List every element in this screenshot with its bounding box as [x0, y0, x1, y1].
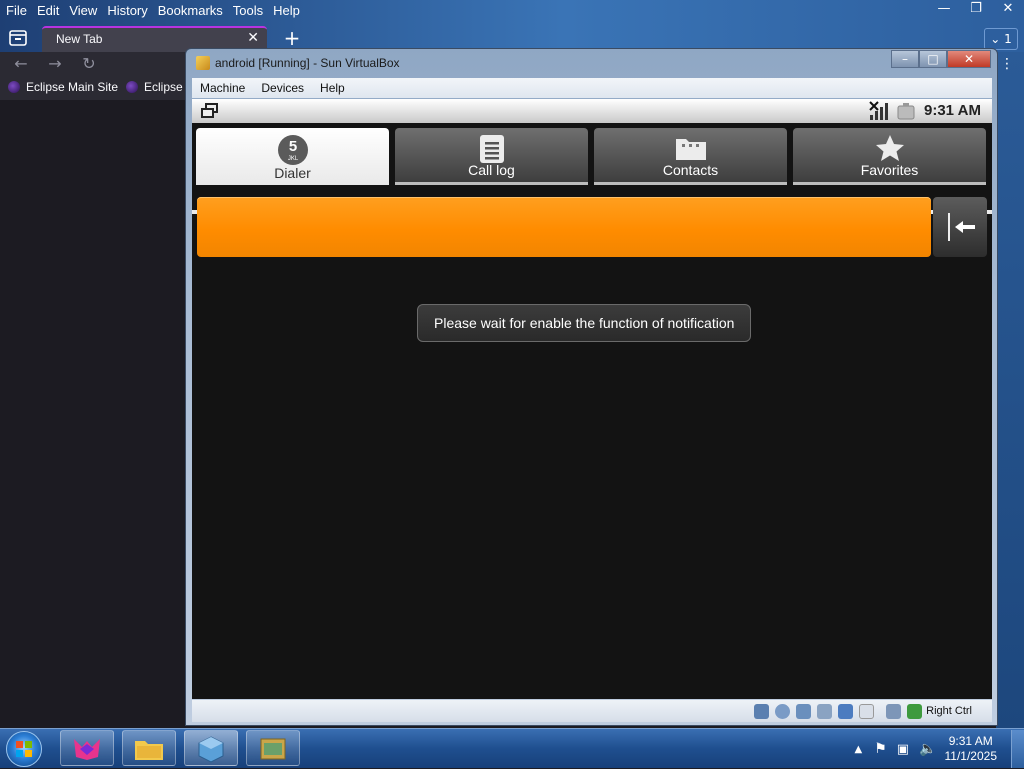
tab-label: Favorites: [793, 162, 986, 178]
taskbar-explorer[interactable]: [122, 730, 176, 766]
firefox-icon: [72, 735, 102, 761]
reload-button[interactable]: ↻: [78, 54, 100, 74]
menu-help[interactable]: Help: [269, 3, 304, 18]
menu-help[interactable]: Help: [312, 81, 353, 95]
optical-drive-icon[interactable]: [775, 704, 790, 719]
close-tab-icon[interactable]: ✕: [247, 30, 259, 46]
host-key-icon: [907, 704, 922, 719]
tab-title: New Tab: [56, 32, 102, 46]
window-title: android [Running] - Sun VirtualBox: [215, 56, 400, 70]
tab-dialer[interactable]: 5 JKL Dialer: [196, 128, 389, 185]
bookmark-eclipse[interactable]: Eclipse: [126, 80, 183, 94]
chevron-down-icon: ⌄: [990, 32, 1000, 46]
tab-label: Call log: [395, 162, 588, 178]
windows-taskbar: ▲ ⚑ ▣ 🔈 9:31 AM 11/1/2025: [0, 728, 1024, 768]
android-window-icon: [259, 736, 287, 762]
tab-list-button[interactable]: [4, 26, 32, 50]
volume-muted-icon[interactable]: 🔈: [919, 741, 936, 757]
tab-favorites[interactable]: Favorites: [793, 128, 986, 185]
status-clock: 9:31 AM: [924, 102, 981, 119]
system-tray: ▲ ⚑ ▣ 🔈 9:31 AM 11/1/2025: [855, 729, 1024, 769]
firefox-menubar: File Edit View History Bookmarks Tools H…: [0, 0, 306, 20]
action-center-flag-icon[interactable]: ⚑: [874, 741, 887, 757]
usb-icon[interactable]: [817, 704, 832, 719]
tab-contacts[interactable]: Contacts: [594, 128, 787, 185]
vbox-titlebar: android [Running] - Sun VirtualBox: [196, 54, 400, 72]
network-icon[interactable]: [796, 704, 811, 719]
restore-icon[interactable]: ❐: [960, 0, 992, 20]
vbox-menubar: Machine Devices Help: [192, 78, 992, 98]
clock-date: 11/1/2025: [945, 749, 998, 764]
tab-label: Dialer: [196, 165, 389, 181]
vbox-statusbar: Right Ctrl: [192, 700, 992, 722]
menu-edit[interactable]: Edit: [33, 3, 63, 18]
desktop-background-right: [996, 52, 1024, 728]
vbox-close-button[interactable]: ✕: [947, 50, 991, 68]
signal-icon: [869, 101, 891, 121]
dialpad-5-icon: 5 JKL: [277, 134, 309, 166]
delete-digit-button[interactable]: [933, 197, 987, 257]
hard-disk-icon[interactable]: [754, 704, 769, 719]
back-arrow-icon: ←: [14, 54, 27, 73]
clock-time: 9:31 AM: [945, 734, 998, 749]
eclipse-icon: [8, 81, 20, 93]
backspace-arrow-icon: [947, 211, 977, 243]
battery-icon: [896, 102, 916, 120]
menu-bookmarks[interactable]: Bookmarks: [154, 3, 227, 18]
start-button[interactable]: [6, 731, 42, 767]
forward-arrow-icon: →: [48, 54, 61, 73]
bookmark-eclipse-main-site[interactable]: Eclipse Main Site: [8, 80, 118, 94]
new-tab-button[interactable]: +: [280, 28, 304, 50]
firefox-window-controls: — ❐ ✕: [928, 0, 1024, 20]
menu-history[interactable]: History: [103, 3, 151, 18]
virtualbox-icon: [197, 735, 225, 763]
forward-button[interactable]: →: [44, 54, 66, 74]
call-log-icon: [478, 134, 506, 164]
app-menu-icon[interactable]: ⋮: [1000, 56, 1014, 72]
taskbar-android-window[interactable]: [246, 730, 300, 766]
menu-tools[interactable]: Tools: [229, 3, 267, 18]
menu-view[interactable]: View: [65, 3, 101, 18]
virtualbox-window: android [Running] - Sun VirtualBox – □ ✕…: [185, 48, 998, 726]
display-icon[interactable]: [859, 704, 874, 719]
taskbar-clock[interactable]: 9:31 AM 11/1/2025: [945, 734, 998, 764]
tab-call-log[interactable]: Call log: [395, 128, 588, 185]
close-icon[interactable]: ✕: [992, 0, 1024, 20]
tab-label: Contacts: [594, 162, 787, 178]
back-button[interactable]: ←: [10, 54, 32, 74]
usb-debug-icon: [200, 102, 220, 120]
star-icon: [875, 134, 905, 162]
network-tray-icon[interactable]: ▣: [897, 742, 909, 757]
taskbar-virtualbox[interactable]: [184, 730, 238, 766]
dialpad-digit: 5: [288, 138, 296, 155]
windows-logo-icon: [7, 732, 41, 766]
menu-file[interactable]: File: [2, 3, 31, 18]
file-explorer-icon: [133, 736, 165, 762]
virtualbox-icon: [196, 56, 210, 70]
host-key-label: Right Ctrl: [926, 705, 972, 717]
vm-screen[interactable]: 9:31 AM 5 JKL Dialer Call log: [192, 99, 992, 699]
tab-list-icon: [9, 30, 27, 46]
android-status-bar: 9:31 AM: [192, 99, 992, 123]
show-hidden-icons-icon[interactable]: ▲: [855, 744, 863, 755]
mouse-integration-icon[interactable]: [886, 704, 901, 719]
dialpad-letters: JKL: [287, 156, 298, 162]
show-desktop-button[interactable]: [1011, 730, 1024, 768]
list-all-tabs-button[interactable]: ⌄ 1: [984, 28, 1018, 50]
vbox-minimize-button[interactable]: –: [891, 50, 919, 68]
digits-input[interactable]: [197, 197, 931, 257]
reload-icon: ↻: [82, 54, 95, 73]
menu-machine[interactable]: Machine: [192, 81, 253, 95]
toast-message: Please wait for enable the function of n…: [417, 304, 751, 342]
minimize-icon[interactable]: —: [928, 0, 960, 20]
menu-devices[interactable]: Devices: [253, 81, 312, 95]
tab-count: 1: [1004, 32, 1012, 46]
eclipse-icon: [126, 81, 138, 93]
dialer-tab-bar: 5 JKL Dialer Call log Contacts: [192, 125, 992, 187]
contacts-folder-icon: [675, 134, 707, 162]
taskbar-firefox[interactable]: [60, 730, 114, 766]
vbox-maximize-button[interactable]: □: [919, 50, 947, 68]
shared-folders-icon[interactable]: [838, 704, 853, 719]
